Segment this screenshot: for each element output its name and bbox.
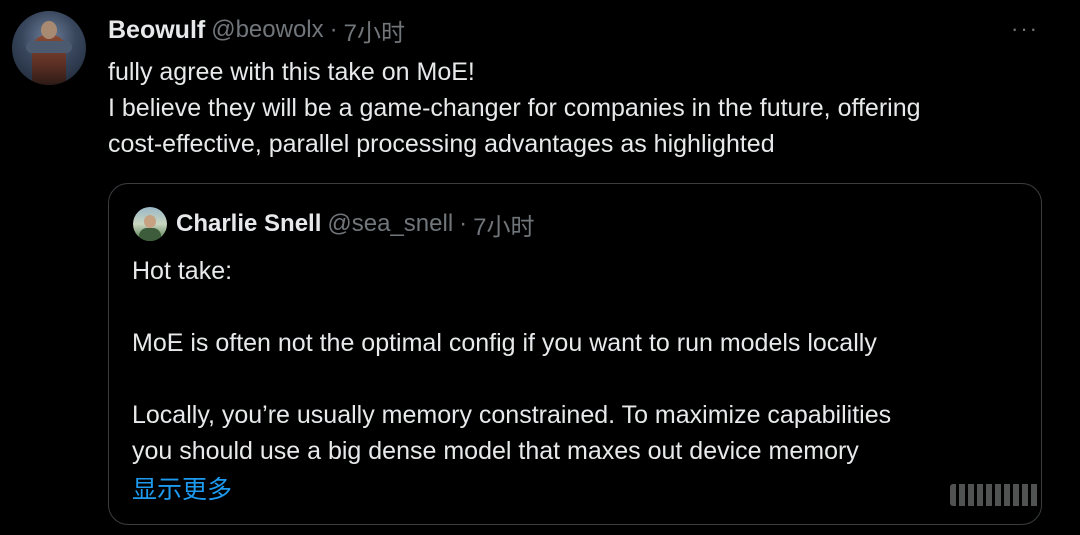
quoted-text-line [132, 361, 1022, 397]
quoted-author-avatar[interactable] [133, 207, 167, 241]
quoted-tweet-timestamp: 7小时 [473, 213, 535, 241]
quoted-author-handle: @sea_snell [327, 210, 454, 237]
quoted-text-line: you should use a big dense model that ma… [132, 437, 859, 465]
quoted-tweet-card[interactable]: Charlie Snell @sea_snell · 7小时 Hot take:… [108, 183, 1042, 525]
show-more-link[interactable]: 显示更多 [132, 470, 232, 506]
quoted-author-name: Charlie Snell [176, 210, 322, 237]
watermark [950, 484, 1040, 506]
quoted-text-line: Locally, you’re usually memory constrain… [132, 401, 892, 429]
author-name[interactable]: Beowulf [108, 16, 205, 45]
tweet-text-line: I believe they will be a game-changer fo… [108, 94, 921, 122]
tweet-text-line: fully agree with this take on MoE! [108, 58, 475, 86]
quoted-text-line: MoE is often not the optimal config if y… [132, 329, 877, 357]
tweet-body: fully agree with this take on MoE! I bel… [108, 54, 1048, 162]
tweet-timestamp[interactable]: 7小时 [344, 13, 405, 48]
tweet-header: Beowulf @beowolx · 7小时 [108, 12, 405, 48]
avatar-figure-armor [26, 41, 72, 53]
quoted-tweet-header: Charlie Snell @sea_snell · 7小时 [176, 206, 535, 242]
author-avatar[interactable] [12, 11, 86, 85]
more-options-icon[interactable]: ··· [1006, 16, 1044, 42]
tweet-text-line: cost-effective, parallel processing adva… [108, 130, 775, 158]
quoted-tweet-body: Hot take: MoE is often not the optimal c… [132, 253, 1022, 469]
avatar-figure-head [41, 21, 57, 39]
quoted-text-line [132, 289, 1022, 325]
avatar-figure-face [144, 215, 156, 228]
avatar-figure-shirt [139, 228, 161, 241]
header-separator: · [329, 16, 338, 43]
quoted-header-separator: · [459, 210, 468, 237]
author-handle[interactable]: @beowolx [211, 16, 323, 44]
quoted-text-line: Hot take: [132, 257, 233, 285]
